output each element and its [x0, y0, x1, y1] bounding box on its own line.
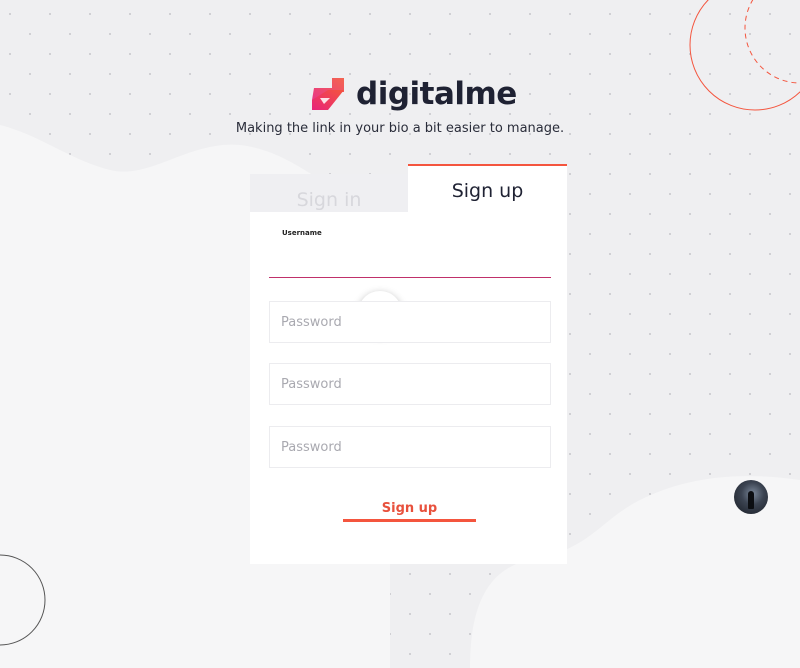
tab-sign-up[interactable]: Sign up	[408, 164, 567, 214]
username-input[interactable]	[269, 242, 551, 278]
brand-name: digitalme	[356, 76, 517, 112]
tagline: Making the link in your bio a bit easier…	[235, 121, 565, 136]
confirm-password-input[interactable]	[269, 363, 551, 405]
sign-up-button[interactable]: Sign up	[343, 498, 476, 522]
avatar-figure	[748, 491, 754, 509]
digitalme-logo-icon	[312, 78, 344, 110]
repeat-password-input[interactable]	[269, 426, 551, 468]
brand-logo[interactable]: digitalme	[308, 74, 517, 114]
password-input[interactable]	[269, 301, 551, 343]
signup-form: Username Sign up	[250, 212, 567, 564]
auth-card: Sign in Sign up Username Sign up	[250, 164, 567, 564]
user-avatar[interactable]	[734, 480, 768, 514]
username-label: Username	[282, 229, 322, 237]
